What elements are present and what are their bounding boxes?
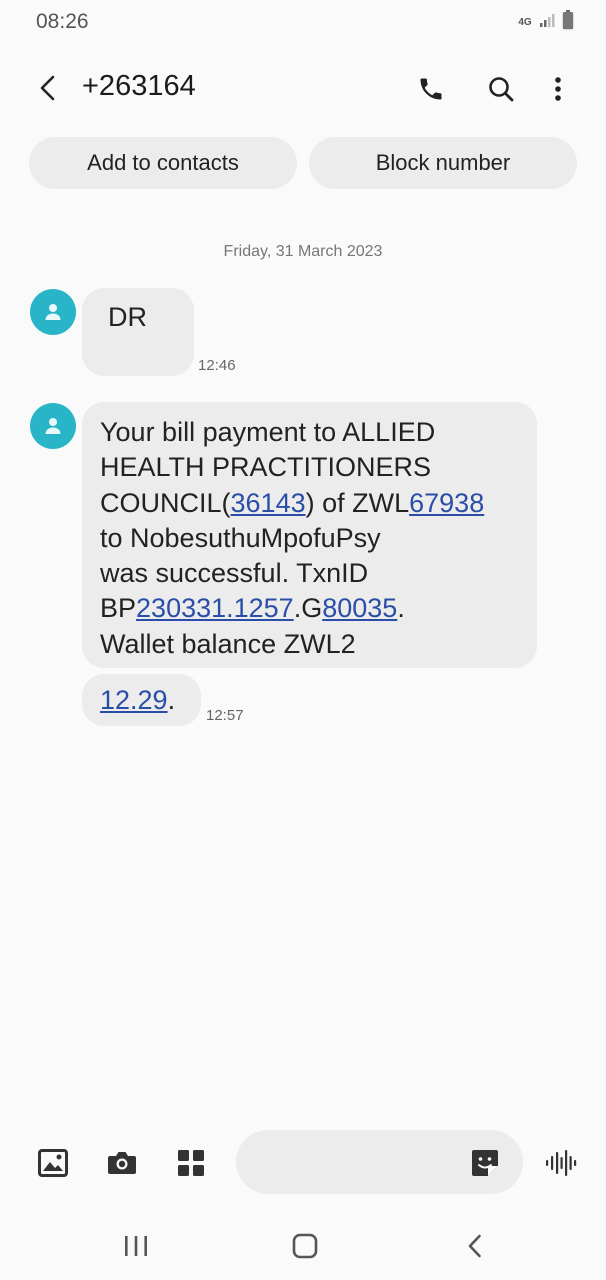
battery-icon [562,10,574,35]
navigation-bar [0,1216,606,1276]
message-link[interactable]: 67938 [409,488,484,518]
message-line: to NobesuthuMpofuPsy [100,521,525,556]
phone-icon [420,78,442,100]
chevron-left-icon [40,75,55,101]
recent-apps-button[interactable] [116,1228,156,1264]
nav-back-icon [468,1234,481,1258]
more-options-button[interactable] [542,70,574,108]
add-to-contacts-button[interactable]: Add to contacts [29,137,297,189]
message-text: COUNCIL( [100,487,231,518]
message-text: Wallet balance ZWL2 [100,628,356,659]
home-icon [292,1233,318,1259]
avatar[interactable] [30,403,76,449]
message-link[interactable]: 12.29 [100,685,168,715]
call-button[interactable] [412,70,450,108]
gallery-icon [38,1149,68,1177]
message-time: 12:57 [206,707,244,724]
search-icon [489,77,514,102]
message-line: Your bill payment to ALLIED [100,415,525,450]
network-type-label: 4G [518,16,532,28]
message-text: was successful. TxnID [100,558,369,589]
status-icons: 4G [518,10,574,35]
message-bubble-continuation[interactable]: 12.29. [82,674,201,726]
message-text: . [397,593,405,624]
voice-button[interactable] [542,1144,580,1182]
message-link[interactable]: 36143 [231,488,306,518]
message-link[interactable]: 230331.1257 [136,593,294,623]
message-link[interactable]: 80035 [322,593,397,623]
avatar[interactable] [30,289,76,335]
apps-icon [178,1150,204,1176]
camera-icon [108,1152,136,1174]
person-icon [45,304,61,320]
sticker-icon [472,1150,498,1176]
signal-icon [539,12,555,33]
status-time: 08:26 [36,10,89,33]
block-number-button[interactable]: Block number [309,137,577,189]
recent-apps-icon [125,1236,147,1256]
message-text: . [167,685,176,715]
sticker-button[interactable] [466,1144,504,1182]
message-line: COUNCIL(36143) of ZWL67938 [100,486,525,521]
back-button[interactable] [30,70,64,106]
nav-back-button[interactable] [455,1228,495,1264]
apps-button[interactable] [172,1144,210,1182]
message-time: 12:46 [198,357,236,374]
message-text: to NobesuthuMpofuPsy [100,522,381,553]
search-button[interactable] [482,70,520,108]
message-text: DR [108,302,147,332]
message-line: Wallet balance ZWL2 [100,627,525,662]
message-text: Your bill payment to ALLIED [100,417,436,447]
camera-button[interactable] [103,1144,141,1182]
message-text: ) of ZWL [305,487,410,518]
message-text: BP [100,593,137,624]
message-line: HEALTH PRACTITIONERS [100,450,525,485]
message-text: HEALTH PRACTITIONERS [100,452,432,483]
voice-icon [546,1150,577,1176]
status-bar: 08:26 4G [0,0,606,46]
message-line: was successful. TxnID [100,556,525,591]
gallery-button[interactable] [34,1144,72,1182]
conversation-header: +263164 [0,56,606,120]
contact-title: +263164 [82,70,196,102]
more-vertical-icon [555,77,561,101]
message-composer [0,1128,606,1198]
message-line: BP230331.1257.G80035. [100,591,525,626]
message-bubble[interactable]: DR [82,288,194,376]
message-text: .G [293,593,323,624]
date-separator: Friday, 31 March 2023 [223,243,383,260]
home-button[interactable] [285,1228,325,1264]
person-icon [45,418,61,434]
message-bubble[interactable]: Your bill payment to ALLIED HEALTH PRACT… [82,402,537,668]
